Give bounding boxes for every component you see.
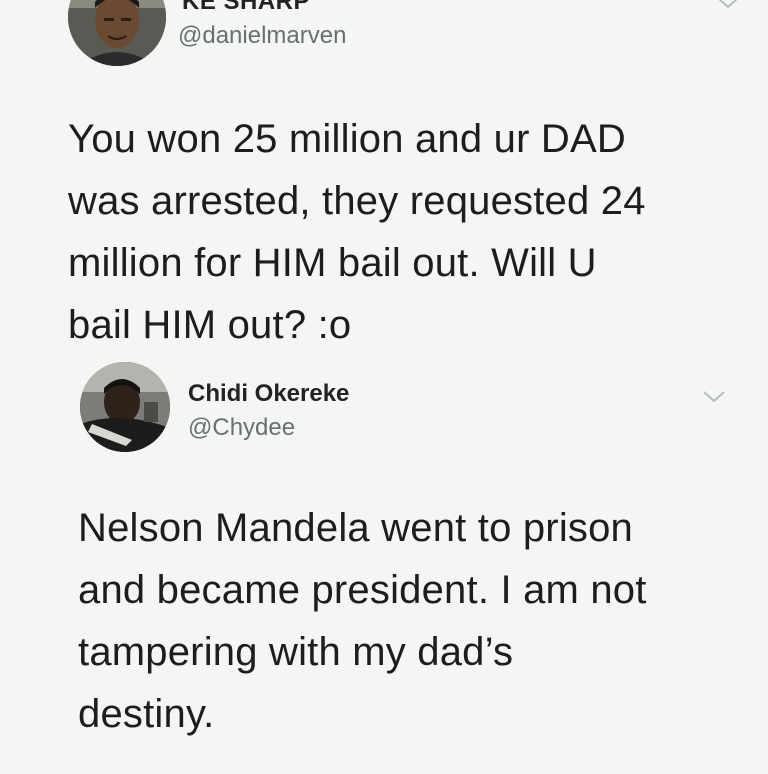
chevron-down-icon[interactable] bbox=[702, 390, 726, 404]
display-name[interactable]: KE SHARP bbox=[182, 0, 310, 16]
profile-photo-icon bbox=[68, 0, 166, 66]
chevron-down-icon[interactable] bbox=[716, 0, 740, 10]
tweet-card: Chidi Okereke @Chydee Nelson Mandela wen… bbox=[0, 360, 768, 774]
tweet-text: You won 25 million and ur DAD was arrest… bbox=[68, 108, 646, 356]
avatar[interactable] bbox=[68, 0, 166, 66]
tweet-text-line: million for HIM bail out. Will U bbox=[68, 241, 597, 285]
tweet-text-line: and became president. I am not bbox=[78, 568, 647, 612]
tweet-text-line: bail HIM out? :o bbox=[68, 303, 352, 347]
tweet-text-line: You won 25 million and ur DAD bbox=[68, 117, 626, 161]
tweet-text-line: tampering with my dad’s bbox=[78, 630, 514, 674]
display-name[interactable]: Chidi Okereke bbox=[188, 380, 349, 408]
user-handle[interactable]: @danielmarven bbox=[178, 22, 346, 50]
user-handle[interactable]: @Chydee bbox=[188, 414, 295, 442]
tweet-text: Nelson Mandela went to prison and became… bbox=[78, 497, 647, 745]
profile-photo-icon bbox=[80, 362, 170, 452]
tweet-text-line: Nelson Mandela went to prison bbox=[78, 506, 633, 550]
tweet-card: KE SHARP @danielmarven You won 25 millio… bbox=[0, 0, 768, 360]
tweet-text-line: was arrested, they requested 24 bbox=[68, 179, 646, 223]
tweet-text-line: destiny. bbox=[78, 692, 215, 736]
avatar[interactable] bbox=[80, 362, 170, 452]
